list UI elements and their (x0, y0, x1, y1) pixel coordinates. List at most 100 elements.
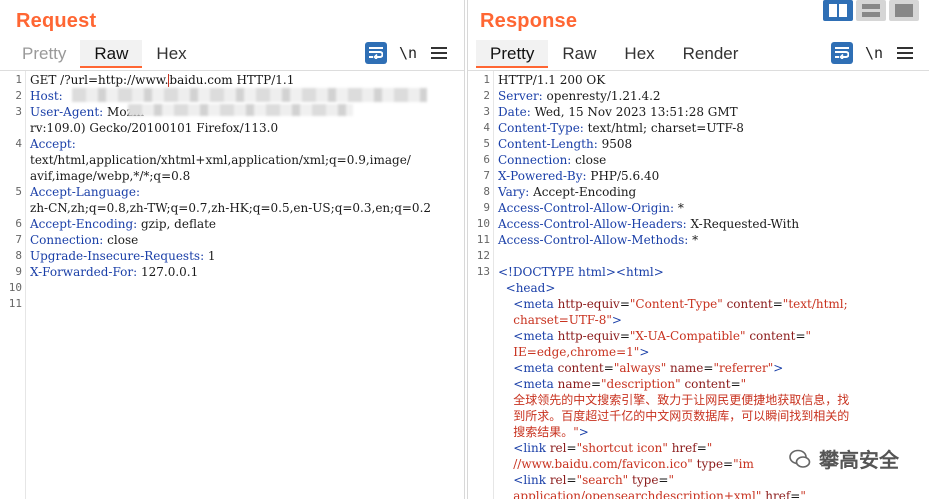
code-token: text/html,application/xhtml+xml,applicat… (30, 153, 411, 167)
request-pane: Request Pretty Raw Hex \n 1 2 3 4 5 6 7 8 9 10 11 … (0, 0, 465, 499)
code-token: = (603, 361, 614, 375)
redacted-user-agent (128, 104, 353, 116)
request-tab-hex[interactable]: Hex (142, 40, 200, 68)
code-token: 搜索结果。" (513, 425, 579, 439)
code-line: text/html,application/xhtml+xml,applicat… (30, 152, 464, 168)
request-tabs: Pretty Raw Hex (8, 40, 201, 68)
response-toolbar: \n (831, 42, 913, 64)
code-token: openresty/1.21.4.2 (542, 89, 661, 103)
word-wrap-icon[interactable] (365, 42, 387, 64)
code-token: = (723, 457, 734, 471)
code-line: 全球领先的中文搜索引擎、致力于让网民更便捷地获取信息，找 (498, 392, 929, 408)
request-tab-raw[interactable]: Raw (80, 40, 143, 68)
code-token: 1 (204, 249, 216, 263)
code-line: IE=edge,chrome=1"> (498, 344, 929, 360)
line-number: 7 (483, 169, 490, 182)
code-token: 127.0.0.1 (137, 265, 199, 279)
code-token: "shortcut icon" (576, 441, 668, 455)
response-tab-render[interactable]: Render (669, 40, 753, 68)
code-token: rel (549, 441, 567, 455)
code-token: * (688, 233, 699, 247)
code-token: "search" (576, 473, 629, 487)
response-tabs: Pretty Raw Hex Render (476, 40, 752, 68)
code-token: "im (733, 457, 754, 471)
newline-toggle[interactable]: \n (399, 44, 419, 62)
code-token: //www.baidu.com/favicon.ico" (513, 457, 693, 471)
code-token: href (765, 489, 791, 499)
code-token: "text/html; (782, 297, 848, 311)
code-token: Accept-Encoding (529, 185, 637, 199)
response-editor[interactable]: 1 2 3 4 5 6 7 8 9 10 11 12 13 HTTP/1.1 200 OK Server:… (468, 70, 929, 499)
menu-icon[interactable] (431, 47, 447, 59)
line-number: 10 (476, 217, 490, 230)
code-token: = (790, 489, 801, 499)
code-token: http-equiv (557, 297, 620, 311)
code-token: Server: (498, 89, 543, 103)
code-token: Connection: (498, 153, 572, 167)
code-token: = (658, 473, 669, 487)
newline-toggle[interactable]: \n (865, 44, 885, 62)
line-number: 9 (483, 201, 490, 214)
code-line: Connection: close (498, 152, 929, 168)
code-token: " (706, 441, 713, 455)
code-token: name (670, 361, 704, 375)
code-line: Server: openresty/1.21.4.2 (498, 88, 929, 104)
code-token: Accept-Language: (30, 185, 141, 199)
line-number: 1 (15, 73, 22, 86)
code-token: content (557, 361, 604, 375)
watermark: 攀高安全 (789, 444, 899, 473)
code-token: <meta (513, 329, 558, 343)
code-token: > (773, 361, 784, 375)
response-gutter: 1 2 3 4 5 6 7 8 9 10 11 12 13 (468, 71, 494, 499)
layout-single-icon[interactable] (889, 0, 919, 21)
code-token: > (639, 345, 650, 359)
code-token: " (805, 329, 812, 343)
code-token: IE=edge,chrome=1" (513, 345, 640, 359)
redacted-host (72, 88, 427, 102)
code-line: <head> (498, 280, 929, 296)
code-line: Connection: close (30, 232, 464, 248)
code-token: rel (549, 473, 567, 487)
code-token: "always" (613, 361, 667, 375)
request-tab-pretty[interactable]: Pretty (8, 40, 80, 68)
code-line: rv:109.0) Gecko/20100101 Firefox/113.0 (30, 120, 464, 136)
code-line: <meta content="always" name="referrer"> (498, 360, 929, 376)
menu-icon[interactable] (897, 47, 913, 59)
code-token: * (674, 201, 684, 215)
code-token: = (772, 297, 783, 311)
code-token: GET /? (30, 73, 71, 87)
code-line: Access-Control-Allow-Origin: * (498, 200, 929, 216)
code-token: " (668, 473, 675, 487)
code-line: X-Forwarded-For: 127.0.0.1 (30, 264, 464, 280)
code-token: = (590, 377, 602, 391)
line-number: 10 (8, 281, 22, 294)
code-token: = (619, 297, 630, 311)
code-line: X-Powered-By: PHP/5.6.40 (498, 168, 929, 184)
response-tab-raw[interactable]: Raw (548, 40, 610, 68)
line-number: 2 (483, 89, 490, 102)
code-token: Access-Control-Allow-Methods: (498, 233, 689, 247)
code-token: = (703, 361, 714, 375)
code-token: avif,image/webp,*/*;q=0.8 (30, 169, 191, 183)
response-tab-hex[interactable]: Hex (610, 40, 668, 68)
request-editor[interactable]: 1 2 3 4 5 6 7 8 9 10 11 GET /?url=http://www.baidu… (0, 70, 464, 499)
request-toolbar: \n (365, 42, 447, 64)
layout-side-by-side-icon[interactable] (823, 0, 853, 21)
code-token: " (740, 377, 747, 391)
code-token: Content-Length: (498, 137, 598, 151)
line-number: 11 (8, 297, 22, 310)
layout-stacked-icon[interactable] (856, 0, 886, 21)
code-token: User-Agent: (30, 105, 104, 119)
response-tab-pretty[interactable]: Pretty (476, 40, 549, 68)
word-wrap-icon[interactable] (831, 42, 853, 64)
code-token: content (749, 329, 796, 343)
code-token: <head> (505, 281, 556, 295)
code-line: 到所求。百度超过千亿的中文网页数据库，可以瞬间找到相关的 (498, 408, 929, 424)
code-line: avif,image/webp,*/*;q=0.8 (30, 168, 464, 184)
